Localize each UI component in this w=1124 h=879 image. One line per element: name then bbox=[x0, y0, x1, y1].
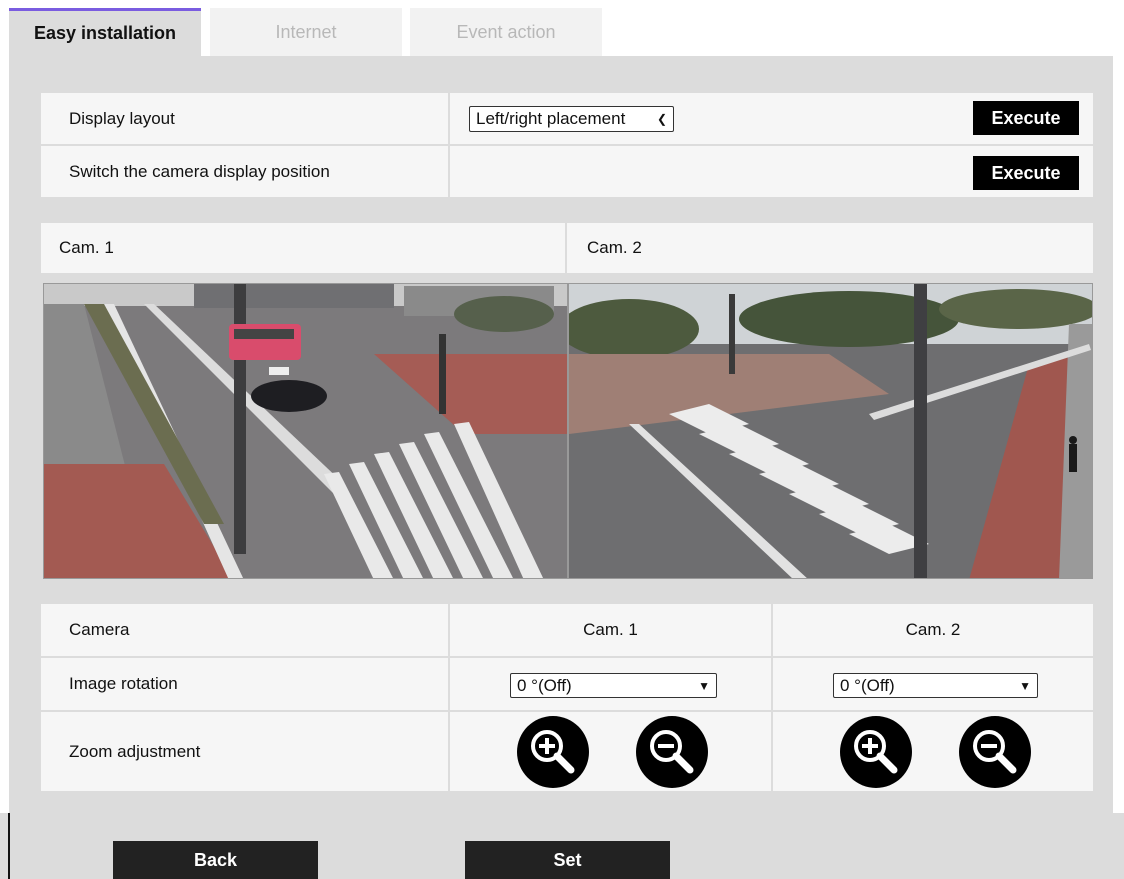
cam2-zoom-in-button[interactable] bbox=[840, 716, 912, 788]
zoom-in-icon bbox=[531, 730, 575, 774]
camera-col-cam1: Cam. 1 bbox=[450, 604, 771, 656]
cam2-image bbox=[568, 283, 1093, 579]
image-rotation-cam1-value: 0 °(Off) bbox=[517, 675, 572, 695]
zoom-out-icon bbox=[973, 730, 1017, 774]
display-layout-select-value: Left/right placement bbox=[476, 109, 626, 128]
cam1-zoom-in-button[interactable] bbox=[517, 716, 589, 788]
chevron-down-icon: ▼ bbox=[698, 678, 710, 693]
display-layout-label: Display layout bbox=[41, 93, 448, 144]
chevron-down-icon: ❮ bbox=[656, 112, 667, 126]
tab-internet[interactable]: Internet bbox=[210, 8, 402, 56]
tab-easy-installation[interactable]: Easy installation bbox=[9, 8, 201, 56]
camera-row-label: Camera bbox=[41, 604, 448, 656]
zoom-in-icon bbox=[854, 730, 898, 774]
tab-event-action[interactable]: Event action bbox=[410, 8, 602, 56]
zoom-cam2-cell bbox=[773, 712, 1093, 791]
image-rotation-cam1-select[interactable]: 0 °(Off) ▼ bbox=[510, 673, 717, 698]
switch-position-execute-button[interactable]: Execute bbox=[973, 156, 1079, 190]
cam1-zoom-out-button[interactable] bbox=[636, 716, 708, 788]
switch-position-label: Switch the camera display position bbox=[41, 146, 448, 197]
zoom-cam1-cell bbox=[450, 712, 771, 791]
image-rotation-label: Image rotation bbox=[41, 658, 448, 710]
image-rotation-cam2-value: 0 °(Off) bbox=[840, 675, 895, 695]
image-rotation-cam2-select[interactable]: 0 °(Off) ▼ bbox=[833, 673, 1038, 698]
cam1-image bbox=[43, 283, 568, 579]
chevron-down-icon: ▼ bbox=[1019, 678, 1031, 693]
set-button[interactable]: Set bbox=[465, 841, 670, 879]
display-layout-execute-button[interactable]: Execute bbox=[973, 101, 1079, 135]
bottom-bar-edge bbox=[8, 813, 10, 879]
cam2-zoom-out-button[interactable] bbox=[959, 716, 1031, 788]
display-layout-select[interactable]: Left/right placement ❮ bbox=[469, 106, 674, 132]
zoom-adjustment-label: Zoom adjustment bbox=[41, 712, 448, 791]
camera-col-cam2: Cam. 2 bbox=[773, 604, 1093, 656]
back-button[interactable]: Back bbox=[113, 841, 318, 879]
cam2-header: Cam. 2 bbox=[567, 223, 1093, 273]
cam1-header: Cam. 1 bbox=[41, 223, 565, 273]
zoom-out-icon bbox=[650, 730, 694, 774]
